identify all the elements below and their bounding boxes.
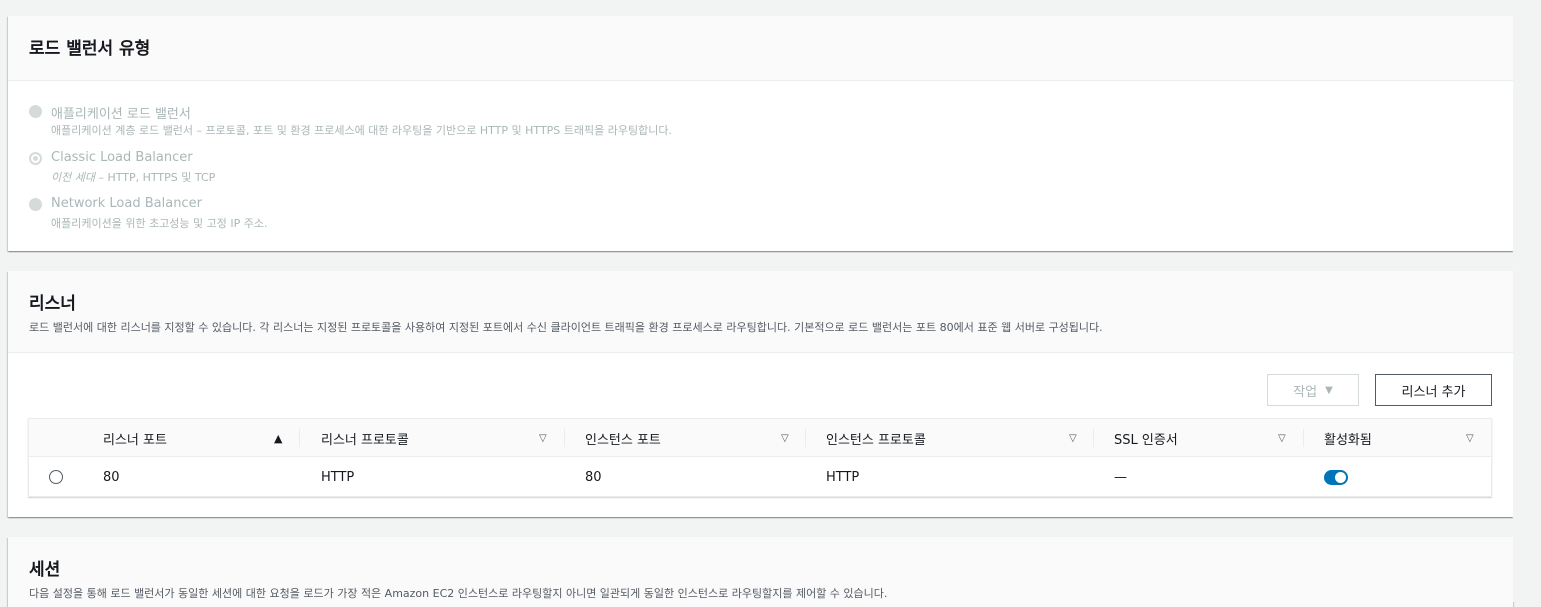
- actions-label: 작업: [1293, 384, 1318, 400]
- cell-listener-port: 80: [103, 469, 120, 485]
- cell-instance-port: 80: [585, 469, 602, 485]
- column-listener-protocol[interactable]: 리스너 프로토콜 ▽: [321, 419, 564, 457]
- listeners-panel: 리스너 로드 밸런서에 대한 리스너를 지정할 수 있습니다. 각 리스너는 지…: [8, 271, 1513, 517]
- enabled-toggle[interactable]: [1324, 470, 1348, 485]
- option-desc: 애플리케이션 계층 로드 밸런서 – 프로토콜, 포트 및 환경 프로세스에 대…: [51, 124, 672, 137]
- listeners-title: 리스너: [29, 294, 76, 314]
- column-label: SSL 인증서: [1114, 432, 1178, 448]
- option-desc-text: – HTTP, HTTPS 및 TCP: [94, 171, 216, 184]
- radio-application-lb[interactable]: [29, 105, 42, 118]
- sessions-panel: 세션 다음 설정을 통해 로드 밸런서가 동일한 세션에 대한 요청을 로드가 …: [8, 537, 1513, 607]
- column-enabled[interactable]: 활성화됨 ▽: [1324, 419, 1484, 457]
- listeners-table: 리스너 포트 ▲ 리스너 프로토콜 ▽ 인스턴스 포트 ▽ 인스턴스 프로토콜 …: [28, 418, 1492, 497]
- column-divider: [805, 429, 806, 447]
- load-balancer-type-header: 로드 밸런서 유형: [8, 16, 1513, 81]
- page-scroll-gutter: [1513, 0, 1541, 602]
- sort-icon: ▽: [1466, 432, 1474, 444]
- load-balancer-type-panel: 로드 밸런서 유형 애플리케이션 로드 밸런서 애플리케이션 계층 로드 밸런서…: [8, 16, 1513, 251]
- radio-network-lb[interactable]: [29, 198, 42, 211]
- table-row[interactable]: 80 HTTP 80 HTTP —: [29, 457, 1491, 497]
- sessions-header: 세션 다음 설정을 통해 로드 밸런서가 동일한 세션에 대한 요청을 로드가 …: [8, 537, 1513, 607]
- listeners-desc: 로드 밸런서에 대한 리스너를 지정할 수 있습니다. 각 리스너는 지정된 프…: [29, 321, 1103, 334]
- actions-button[interactable]: 작업 ▼: [1267, 374, 1359, 406]
- load-balancer-type-title: 로드 밸런서 유형: [29, 39, 151, 59]
- sort-icon: ▽: [781, 432, 789, 444]
- column-label: 인스턴스 포트: [585, 432, 661, 448]
- column-divider: [299, 429, 300, 447]
- column-label: 활성화됨: [1324, 432, 1372, 448]
- option-desc-italic: 이전 세대: [51, 171, 95, 184]
- sessions-desc: 다음 설정을 통해 로드 밸런서가 동일한 세션에 대한 요청을 로드가 가장 …: [29, 587, 888, 600]
- column-instance-protocol[interactable]: 인스턴스 프로토콜 ▽: [826, 419, 1090, 457]
- column-divider: [564, 429, 565, 447]
- option-label: Classic Load Balancer: [51, 150, 193, 165]
- column-label: 리스너 프로토콜: [321, 432, 409, 448]
- option-desc: 애플리케이션을 위한 초고성능 및 고정 IP 주소.: [51, 217, 268, 230]
- option-label: Network Load Balancer: [51, 196, 202, 211]
- column-divider: [1303, 429, 1304, 447]
- sort-icon: ▽: [1069, 432, 1077, 444]
- column-label: 리스너 포트: [103, 432, 167, 448]
- sort-icon: ▽: [539, 432, 547, 444]
- cell-listener-protocol: HTTP: [321, 469, 355, 485]
- listeners-header: 리스너 로드 밸런서에 대한 리스너를 지정할 수 있습니다. 각 리스너는 지…: [8, 271, 1513, 353]
- cell-instance-protocol: HTTP: [826, 469, 860, 485]
- column-label: 인스턴스 프로토콜: [826, 432, 926, 448]
- option-label: 애플리케이션 로드 밸런서: [51, 107, 191, 122]
- table-header: 리스너 포트 ▲ 리스너 프로토콜 ▽ 인스턴스 포트 ▽ 인스턴스 프로토콜 …: [29, 419, 1491, 457]
- row-select-radio[interactable]: [49, 470, 63, 484]
- caret-down-icon: ▼: [1325, 384, 1333, 396]
- column-divider: [1093, 429, 1094, 447]
- column-instance-port[interactable]: 인스턴스 포트 ▽: [585, 419, 805, 457]
- option-desc: 이전 세대 – HTTP, HTTPS 및 TCP: [51, 169, 215, 185]
- radio-classic-lb[interactable]: [29, 152, 42, 165]
- sort-ascending-icon: ▲: [274, 431, 283, 445]
- cell-ssl-certificate: —: [1114, 469, 1127, 485]
- add-listener-button[interactable]: 리스너 추가: [1375, 374, 1492, 406]
- sort-icon: ▽: [1278, 432, 1286, 444]
- column-listener-port[interactable]: 리스너 포트 ▲: [103, 419, 299, 457]
- column-ssl-certificate[interactable]: SSL 인증서 ▽: [1114, 419, 1300, 457]
- sessions-title: 세션: [29, 560, 61, 580]
